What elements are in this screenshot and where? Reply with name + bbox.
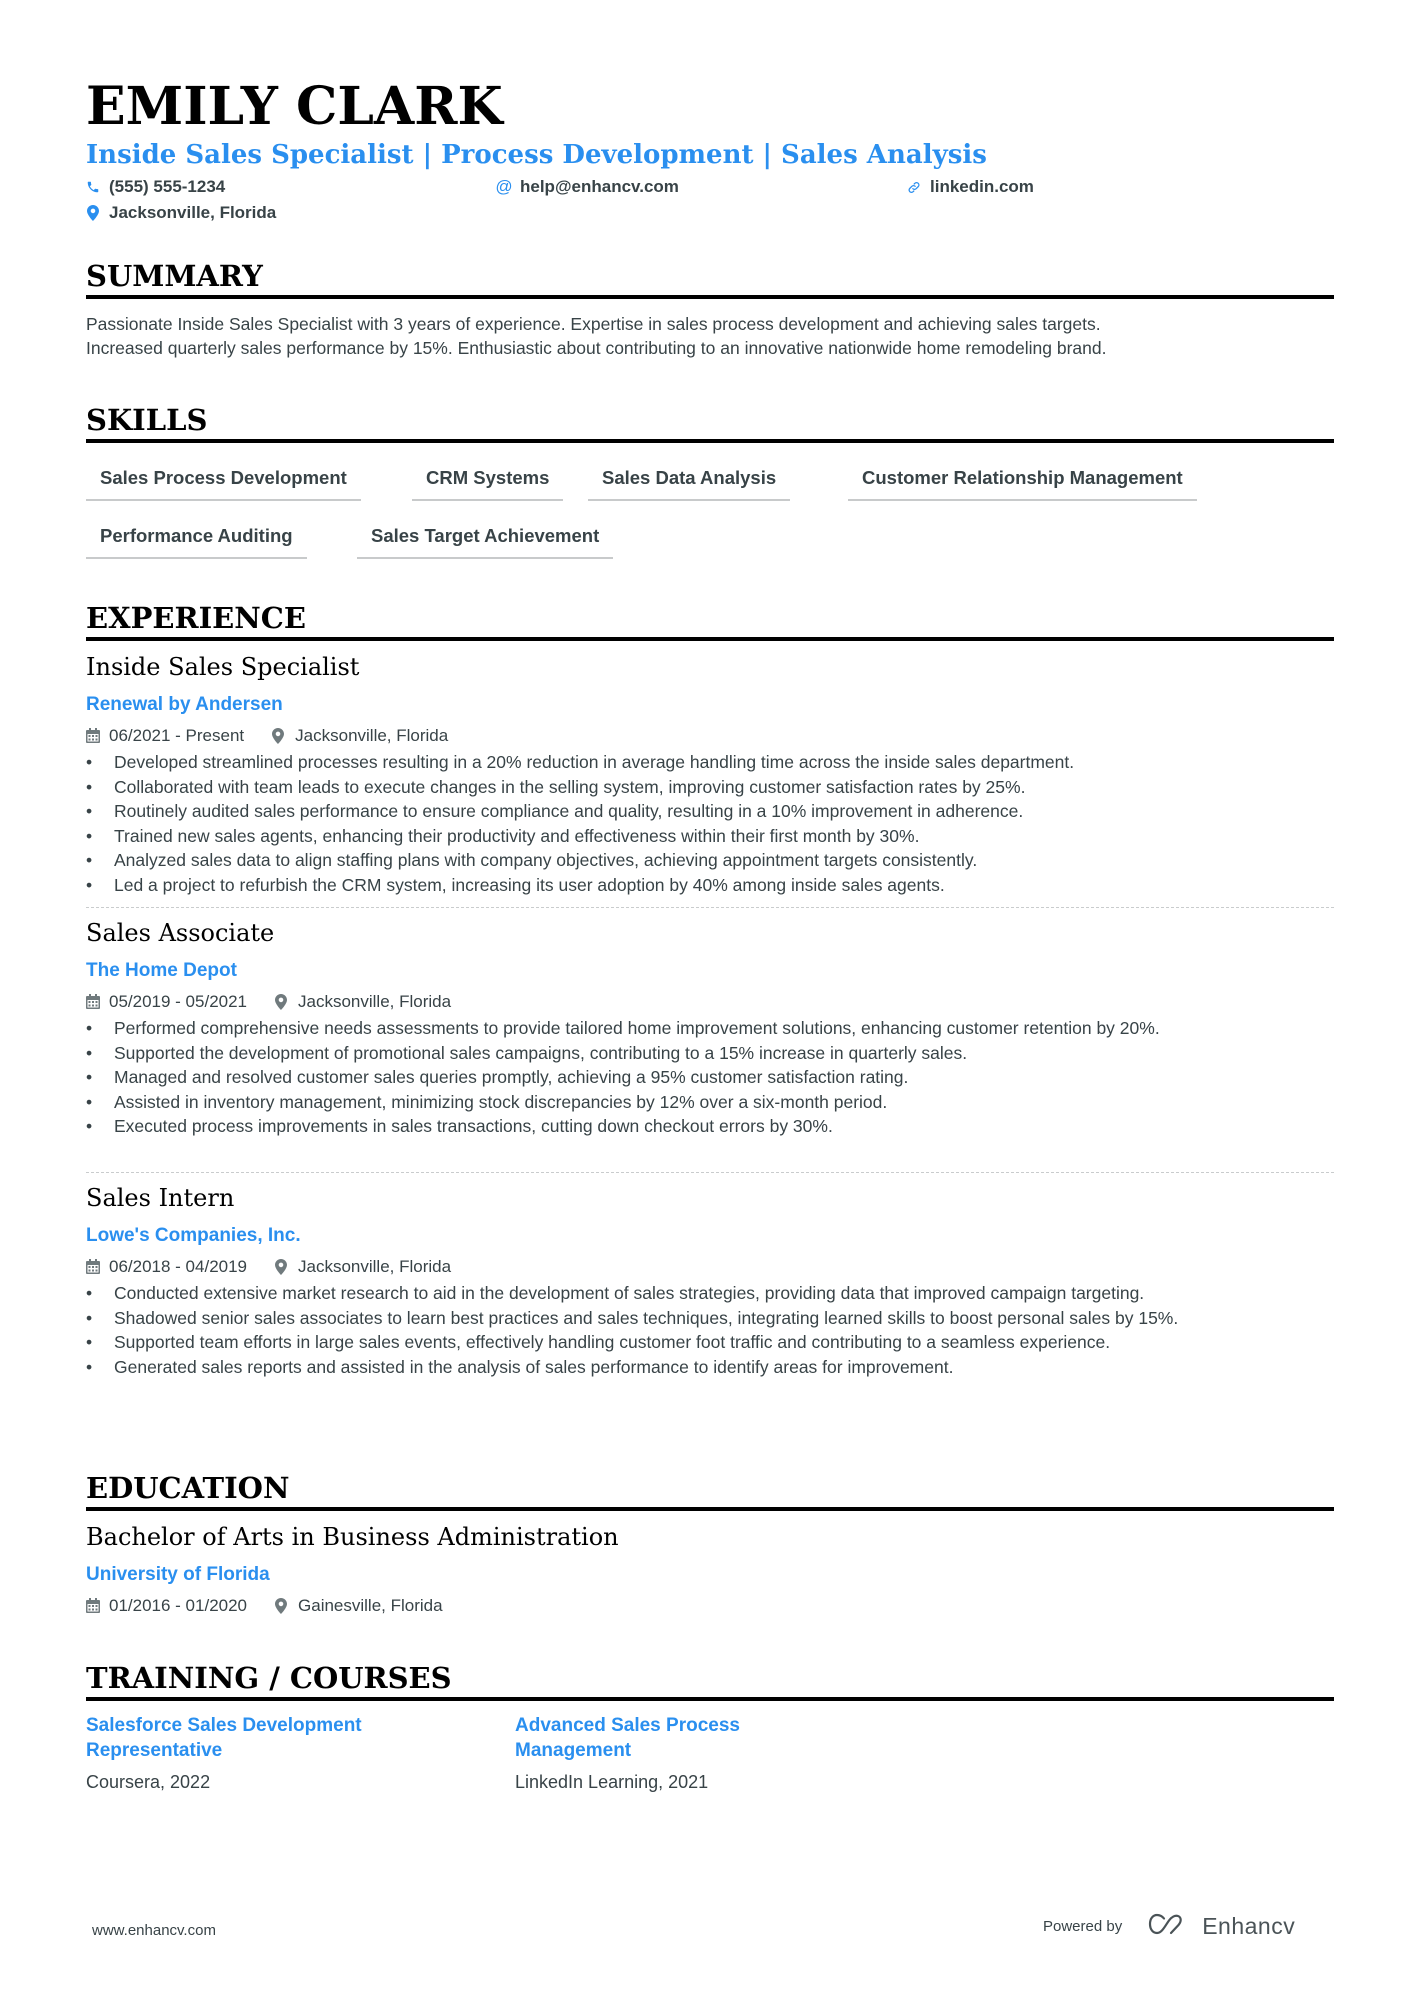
summary-heading: SUMMARY [86,258,1334,299]
training-heading: TRAINING / COURSES [86,1660,1334,1701]
course-title: Advanced Sales Process Management [515,1715,740,1761]
job-bullet: Supported the development of promotional… [86,1041,1334,1066]
footer-website[interactable]: www.enhancv.com [92,1922,216,1939]
education-dates: 01/2016 - 01/2020 [109,1596,248,1615]
job-meta: 06/2018 - 04/2019 Jacksonville, Florida [86,1256,451,1278]
skills-heading: SKILLS [86,402,1334,443]
company-name[interactable]: The Home Depot [86,959,237,983]
job-location: Jacksonville, Florida [295,726,449,745]
education-heading: EDUCATION [86,1470,1334,1511]
job-title: Sales Associate [86,919,275,947]
summary-text: Passionate Inside Sales Specialist with … [86,313,1334,360]
job-bullet: Managed and resolved customer sales quer… [86,1065,1334,1090]
job-bullet: Conducted extensive market research to a… [86,1281,1334,1306]
skill-tag: Sales Process Development [86,466,361,501]
company-name[interactable]: Renewal by Andersen [86,693,283,717]
job-bullet: Assisted in inventory management, minimi… [86,1090,1334,1115]
calendar-icon [86,1598,100,1614]
job-dates: 06/2018 - 04/2019 [109,1257,248,1276]
candidate-headline: Inside Sales Specialist | Process Develo… [86,140,987,170]
job-location: Jacksonville, Florida [298,1257,452,1276]
map-pin-icon [86,205,100,221]
email-text: help@enhancv.com [520,177,679,196]
skill-tag: Performance Auditing [86,524,307,559]
skill-tag: CRM Systems [412,466,564,501]
skill-tag: Customer Relationship Management [848,466,1197,501]
job-bullet: Developed streamlined processes resultin… [86,750,1334,775]
job-bullet: Executed process improvements in sales t… [86,1114,1334,1139]
summary-line: Increased quarterly sales performance by… [86,337,1107,358]
phone-text: (555) 555-1234 [109,177,226,196]
job-bullet: Trained new sales agents, enhancing thei… [86,824,1334,849]
course-provider: LinkedIn Learning, 2021 [515,1772,709,1792]
candidate-name: EMILY CLARK [86,76,503,137]
job-divider [86,907,1334,908]
job-bullets: Performed comprehensive needs assessment… [86,1016,1334,1139]
map-pin-icon [275,1259,289,1275]
job-meta: 06/2021 - Present Jacksonville, Florida [86,725,448,747]
location-text: Jacksonville, Florida [109,203,277,222]
education-location: Gainesville, Florida [298,1596,443,1615]
skill-tag: Sales Data Analysis [588,466,791,501]
job-title: Inside Sales Specialist [86,653,360,681]
map-pin-icon [272,728,286,744]
job-divider [86,1172,1334,1173]
education-meta: 01/2016 - 01/2020 Gainesville, Florida [86,1595,443,1617]
job-meta: 05/2019 - 05/2021 Jacksonville, Florida [86,991,451,1013]
calendar-icon [86,1259,100,1275]
enhancv-brand: Enhancv [1202,1913,1296,1939]
school-name[interactable]: University of Florida [86,1563,270,1587]
job-bullet: Supported team efforts in large sales ev… [86,1330,1334,1355]
map-pin-icon [275,1598,289,1614]
company-name[interactable]: Lowe's Companies, Inc. [86,1224,301,1248]
job-title: Sales Intern [86,1184,235,1212]
job-location: Jacksonville, Florida [298,992,452,1011]
job-dates: 06/2021 - Present [109,726,245,745]
job-bullet: Routinely audited sales performance to e… [86,799,1334,824]
course-title: Salesforce Sales Development Representat… [86,1715,362,1761]
job-bullet: Shadowed senior sales associates to lear… [86,1306,1334,1331]
at-icon: @ [495,177,513,196]
footer-branding[interactable]: Powered by Enhancv [1043,1912,1295,1941]
phone-icon [86,179,100,195]
contact-email[interactable]: @ help@enhancv.com [495,176,679,198]
job-bullet: Led a project to refurbish the CRM syste… [86,873,1334,898]
contact-phone[interactable]: (555) 555-1234 [86,176,225,198]
job-dates: 05/2019 - 05/2021 [109,992,248,1011]
job-bullets: Developed streamlined processes resultin… [86,750,1334,897]
map-pin-icon [275,994,289,1010]
course-provider: Coursera, 2022 [86,1772,211,1792]
calendar-icon [86,728,100,744]
contact-location: Jacksonville, Florida [86,202,276,224]
job-bullet: Performed comprehensive needs assessment… [86,1016,1334,1041]
job-bullet: Analyzed sales data to align staffing pl… [86,848,1334,873]
powered-by-label: Powered by [1043,1918,1123,1935]
job-bullet: Collaborated with team leads to execute … [86,775,1334,800]
link-icon [907,179,921,195]
calendar-icon [86,994,100,1010]
job-bullets: Conducted extensive market research to a… [86,1281,1334,1379]
job-bullet: Generated sales reports and assisted in … [86,1355,1334,1380]
skill-tag: Sales Target Achievement [357,524,614,559]
linkedin-text: linkedin.com [930,177,1034,196]
summary-line: Passionate Inside Sales Specialist with … [86,314,1101,334]
contact-linkedin[interactable]: linkedin.com [907,176,1034,198]
enhancv-logo-icon [1148,1912,1194,1941]
experience-heading: EXPERIENCE [86,600,1334,641]
degree-title: Bachelor of Arts in Business Administrat… [86,1523,619,1551]
